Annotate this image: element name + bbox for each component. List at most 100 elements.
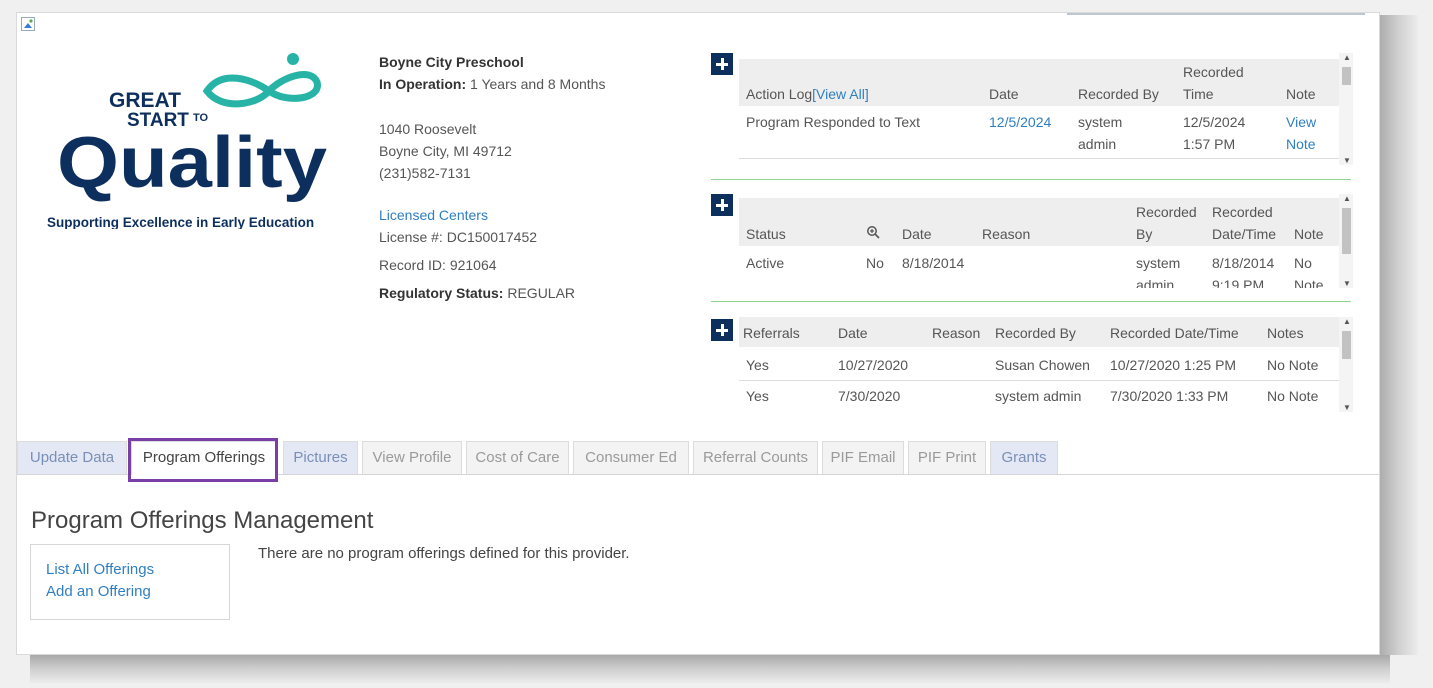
list-all-offerings-link[interactable]: List All Offerings xyxy=(46,561,154,578)
svg-text:Supporting Excellence in Early: Supporting Excellence in Early Education xyxy=(47,215,314,229)
address-line-1: 1040 Roosevelt xyxy=(379,121,477,137)
action-time-1: 12/5/2024 xyxy=(1183,114,1246,130)
status-dt-1: 8/18/2014 xyxy=(1212,255,1275,271)
status-body: Active No 8/18/2014 system admin 8/18/20… xyxy=(739,251,1339,288)
tab-pictures[interactable]: Pictures xyxy=(283,441,358,474)
scroll-up-icon[interactable]: ▲ xyxy=(1343,194,1351,203)
logo-swoosh xyxy=(202,71,321,108)
tab-highlight-box xyxy=(128,438,278,482)
referrals-header: Referrals Date Reason Recorded By Record… xyxy=(739,317,1339,347)
col-date: Date xyxy=(989,86,1019,102)
tab-pif-email[interactable]: PIF Email xyxy=(822,441,904,474)
status-dt-2: 9:19 PM xyxy=(1212,277,1265,288)
ref-by: system admin xyxy=(995,388,1082,404)
tab-pif-print[interactable]: PIF Print xyxy=(908,441,986,474)
row-divider xyxy=(739,158,1339,159)
action-log-header: Action Log[View All] Date Recorded By Re… xyxy=(739,59,1339,106)
referrals-scrollbar[interactable]: ▲ ▼ xyxy=(1339,317,1353,412)
scroll-thumb[interactable] xyxy=(1342,331,1351,359)
status-note-1: No xyxy=(1294,255,1312,271)
window-shadow-right xyxy=(1378,15,1418,655)
col-status: Status xyxy=(746,226,786,242)
scroll-up-icon[interactable]: ▲ xyxy=(1343,317,1351,326)
operation-label: In Operation: xyxy=(379,76,467,92)
status-header: Status Date Reason Recorded By Recorded … xyxy=(739,198,1339,246)
provider-card: GREAT START TO Quality Supporting Excell… xyxy=(16,12,1380,655)
scroll-down-icon[interactable]: ▼ xyxy=(1343,403,1351,412)
col-recorded-dt-2: Date/Time xyxy=(1212,226,1277,242)
col-status-date: Date xyxy=(902,226,932,242)
record-id-line: Record ID: 921064 xyxy=(379,254,497,276)
scroll-down-icon[interactable]: ▼ xyxy=(1343,156,1351,165)
col-note: Note xyxy=(1286,86,1316,102)
ref-value: Yes xyxy=(746,388,769,404)
top-scrollbar xyxy=(1067,13,1365,15)
window-shadow-bottom xyxy=(30,655,1390,683)
col-ref-reason: Reason xyxy=(932,325,981,341)
scroll-thumb[interactable] xyxy=(1342,67,1351,85)
status-by-2: admin xyxy=(1136,277,1175,288)
license-label: License #: xyxy=(379,229,443,245)
operation-line: In Operation: 1 Years and 8 Months xyxy=(379,73,605,95)
status-value: Active xyxy=(746,255,785,271)
row-divider xyxy=(739,380,1339,381)
scroll-down-icon[interactable]: ▼ xyxy=(1343,279,1351,288)
ref-notes: No Note xyxy=(1267,357,1319,373)
action-log-title: Action Log xyxy=(746,86,813,102)
broken-image-icon xyxy=(21,17,35,31)
status-note-2: Note xyxy=(1294,277,1324,288)
panel-separator xyxy=(711,179,1351,180)
action-by-1: system xyxy=(1078,114,1123,130)
empty-message: There are no program offerings defined f… xyxy=(258,545,630,562)
record-id-label: Record ID: xyxy=(379,257,446,273)
panel-separator xyxy=(711,301,1351,302)
scroll-thumb[interactable] xyxy=(1342,208,1351,254)
ref-date: 10/27/2020 xyxy=(838,357,909,373)
tab-referral-counts[interactable]: Referral Counts xyxy=(693,441,818,474)
view-all-link[interactable]: [View All] xyxy=(812,86,869,102)
ref-date: 7/30/2020 xyxy=(838,388,901,404)
action-log-panel: Action Log[View All] Date Recorded By Re… xyxy=(711,53,1353,165)
col-status-note: Note xyxy=(1294,226,1324,242)
license-line: License #: DC150017452 xyxy=(379,226,537,248)
action-time-2: 1:57 PM xyxy=(1183,136,1236,152)
col-ref-notes: Notes xyxy=(1267,325,1304,341)
zoom-icon[interactable] xyxy=(866,223,880,245)
action-cell: Program Responded to Text xyxy=(746,114,921,130)
status-scrollbar[interactable]: ▲ ▼ xyxy=(1339,194,1353,288)
view-note-link[interactable]: View xyxy=(1286,111,1316,133)
add-status-button[interactable] xyxy=(711,194,733,216)
page-title: Program Offerings Management xyxy=(31,507,374,534)
col-ref-recorded-by: Recorded By xyxy=(995,325,1076,341)
license-type-link[interactable]: Licensed Centers xyxy=(379,204,488,226)
status-date: 8/18/2014 xyxy=(902,255,965,271)
ref-by: Susan Chowen xyxy=(995,357,1090,373)
tab-update-data[interactable]: Update Data xyxy=(17,441,127,474)
scroll-up-icon[interactable]: ▲ xyxy=(1343,53,1351,62)
action-by-2: admin xyxy=(1078,136,1117,152)
ref-notes: No Note xyxy=(1267,388,1319,404)
col-recorded-dt-1: Recorded xyxy=(1212,204,1273,220)
regulatory-status-label: Regulatory Status: xyxy=(379,285,504,301)
license-value: DC150017452 xyxy=(446,229,538,245)
col-recorded-time-1: Recorded xyxy=(1183,64,1244,80)
view-note-link-2[interactable]: Note xyxy=(1286,133,1316,155)
add-action-log-button[interactable] xyxy=(711,53,733,75)
action-date-link[interactable]: 12/5/2024 xyxy=(989,111,1051,133)
tab-view-profile[interactable]: View Profile xyxy=(362,441,462,474)
tab-grants[interactable]: Grants xyxy=(990,441,1058,474)
tab-consumer-ed[interactable]: Consumer Ed xyxy=(573,441,689,474)
tab-cost-of-care[interactable]: Cost of Care xyxy=(466,441,569,474)
referrals-body: Yes 10/27/2020 Susan Chowen 10/27/2020 1… xyxy=(739,349,1339,411)
provider-name: Boyne City Preschool xyxy=(379,54,524,70)
add-referral-button[interactable] xyxy=(711,319,733,341)
col-reason: Reason xyxy=(982,226,1031,242)
svg-text:GREAT: GREAT xyxy=(109,89,181,112)
col-ref-date: Date xyxy=(838,325,868,341)
add-offering-link[interactable]: Add an Offering xyxy=(46,583,151,600)
phone: (231)582-7131 xyxy=(379,165,471,181)
regulatory-status-line: Regulatory Status: REGULAR xyxy=(379,282,575,304)
regulatory-status-value: REGULAR xyxy=(507,285,576,301)
action-log-scrollbar[interactable]: ▲ ▼ xyxy=(1339,53,1353,165)
status-flag: No xyxy=(866,255,884,271)
